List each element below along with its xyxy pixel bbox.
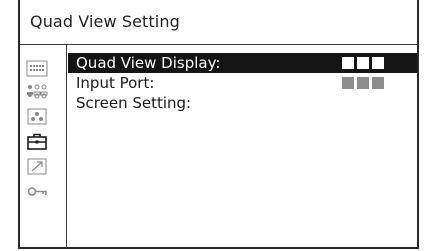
indicator-square bbox=[357, 77, 369, 89]
page-title: Quad View Setting bbox=[30, 12, 180, 31]
indicator-square bbox=[342, 77, 354, 89]
menu-item-label: Quad View Display: bbox=[76, 54, 221, 72]
export-arrow-icon[interactable] bbox=[26, 158, 48, 175]
sidebar-divider bbox=[66, 44, 67, 247]
menu-item-label: Screen Setting: bbox=[76, 94, 192, 112]
input-port-indicator bbox=[342, 77, 384, 89]
people-icon[interactable] bbox=[26, 83, 48, 100]
indicator-square bbox=[342, 57, 354, 69]
menu-item-quad-view-display[interactable]: Quad View Display: bbox=[68, 53, 417, 73]
menu-item-label: Input Port: bbox=[76, 74, 155, 92]
settings-panel: Quad View Setting Quad View Display: Inp… bbox=[18, 0, 419, 249]
keypad-icon[interactable] bbox=[26, 60, 48, 77]
tripod-icon[interactable] bbox=[26, 108, 48, 125]
indicator-square bbox=[372, 57, 384, 69]
toolbox-icon[interactable] bbox=[26, 133, 48, 150]
menu-item-input-port[interactable]: Input Port: bbox=[68, 73, 417, 93]
key-icon[interactable] bbox=[26, 183, 48, 200]
indicator-square bbox=[372, 77, 384, 89]
quad-view-display-indicator bbox=[342, 57, 384, 69]
indicator-square bbox=[357, 57, 369, 69]
title-divider bbox=[20, 44, 417, 45]
menu-item-screen-setting[interactable]: Screen Setting: bbox=[68, 93, 417, 113]
